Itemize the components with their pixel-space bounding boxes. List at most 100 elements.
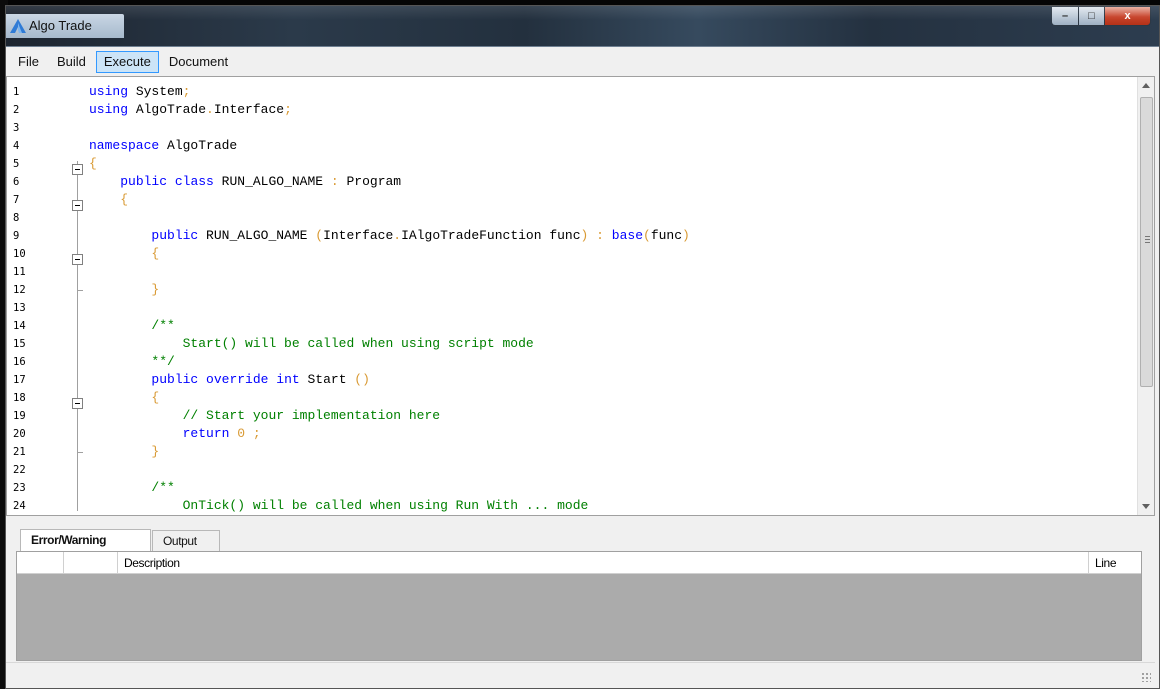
- header-column-icon[interactable]: [64, 552, 118, 573]
- code-text[interactable]: using System; using AlgoTrade.Interface; …: [89, 83, 690, 515]
- code-line[interactable]: [89, 263, 690, 281]
- code-token: System: [128, 84, 183, 99]
- code-line[interactable]: /**: [89, 317, 690, 335]
- error-list-grid[interactable]: Description Line: [16, 551, 1142, 661]
- menu-build[interactable]: Build: [49, 51, 94, 73]
- code-token: }: [151, 444, 160, 459]
- menu-file[interactable]: File: [10, 51, 47, 73]
- code-line[interactable]: public override int Start (): [89, 371, 690, 389]
- tab-output[interactable]: Output: [152, 530, 220, 551]
- editor-gutter: 1 2 3 4 5 6 7 8 9 10 11 12 13 14 15 16 17 18 19 20 21 22 23 24: [7, 77, 69, 515]
- fold-toggle-start[interactable]: [72, 398, 83, 409]
- code-line[interactable]: {: [89, 245, 690, 263]
- code-token: .: [206, 102, 214, 117]
- code-line[interactable]: public class RUN_ALGO_NAME : Program: [89, 173, 690, 191]
- scroll-down-arrow-icon[interactable]: [1142, 504, 1150, 509]
- code-token: Program: [338, 174, 402, 189]
- code-line[interactable]: }: [89, 281, 690, 299]
- header-column-blank[interactable]: [17, 552, 64, 573]
- code-token: RUN_ALGO_NAME: [198, 228, 316, 243]
- header-description[interactable]: Description: [118, 552, 1089, 573]
- header-line[interactable]: Line: [1089, 552, 1141, 573]
- code-line[interactable]: {: [89, 191, 690, 209]
- line-number: 22: [13, 464, 26, 476]
- fold-toggle-namespace[interactable]: [72, 164, 83, 175]
- menu-document[interactable]: Document: [161, 51, 236, 73]
- line-number: 17: [13, 374, 26, 386]
- editor-vertical-scrollbar[interactable]: [1137, 77, 1154, 515]
- line-number: 24: [13, 500, 26, 512]
- code-line[interactable]: [89, 299, 690, 317]
- close-button[interactable]: x: [1104, 6, 1151, 26]
- title-bar[interactable]: Algo Trade – □ x: [6, 6, 1159, 47]
- code-line[interactable]: // Start your implementation here: [89, 407, 690, 425]
- code-token: public: [151, 228, 199, 243]
- code-line[interactable]: public RUN_ALGO_NAME (Interface.IAlgoTra…: [89, 227, 689, 245]
- code-line[interactable]: {: [89, 389, 690, 407]
- code-token: Interface: [213, 102, 285, 117]
- window-controls: – □ x: [1051, 6, 1151, 26]
- code-token: using: [89, 102, 129, 117]
- menu-execute[interactable]: Execute: [95, 51, 159, 73]
- fold-toggle-class[interactable]: [72, 200, 83, 211]
- window-title: Algo Trade: [29, 18, 92, 33]
- code-token: RUN_ALGO_NAME: [213, 174, 331, 189]
- tab-error-warning[interactable]: Error/Warning: [20, 529, 151, 551]
- code-token: Start: [299, 372, 355, 387]
- code-token: 0: [237, 426, 246, 441]
- code-line[interactable]: OnTick() will be called when using Run W…: [89, 497, 690, 515]
- code-line[interactable]: }: [89, 443, 690, 461]
- code-line[interactable]: **/: [89, 353, 690, 371]
- maximize-button[interactable]: □: [1078, 6, 1104, 26]
- code-line[interactable]: Start() will be called when using script…: [89, 335, 690, 353]
- code-line[interactable]: [89, 119, 690, 137]
- line-number: 13: [13, 302, 26, 314]
- code-token: public: [120, 174, 168, 189]
- scroll-up-arrow-icon[interactable]: [1142, 83, 1150, 88]
- code-line[interactable]: using System;: [89, 83, 690, 101]
- panel-tabs: Error/Warning Output: [20, 529, 220, 551]
- code-token: .: [393, 228, 402, 243]
- line-number: 20: [13, 428, 26, 440]
- code-token: ;: [284, 102, 292, 117]
- code-line[interactable]: using AlgoTrade.Interface;: [89, 101, 690, 119]
- code-token: Interface: [323, 228, 394, 243]
- code-token: // Start your implementation here: [182, 408, 441, 423]
- code-token: Start() will be called when using script…: [182, 336, 534, 351]
- line-number: 16: [13, 356, 26, 368]
- code-line[interactable]: /**: [89, 479, 690, 497]
- minimize-button[interactable]: –: [1051, 6, 1078, 26]
- line-number: 18: [13, 392, 26, 404]
- line-number: 12: [13, 284, 26, 296]
- code-line[interactable]: [89, 209, 690, 227]
- code-editor[interactable]: 1 2 3 4 5 6 7 8 9 10 11 12 13 14 15 16 17 18 19 20 21 22 23 24 …: [6, 76, 1155, 516]
- menu-bar: File Build Execute Document: [6, 50, 1159, 74]
- line-number: 19: [13, 410, 26, 422]
- fold-toggle-constructor[interactable]: [72, 254, 83, 265]
- code-line[interactable]: return 0 ;: [89, 425, 690, 443]
- code-token: :: [330, 174, 339, 189]
- line-number: 6: [13, 176, 20, 188]
- code-token: override: [206, 372, 269, 387]
- code-token: class: [174, 174, 214, 189]
- line-number: 9: [13, 230, 20, 242]
- code-line[interactable]: namespace AlgoTrade: [89, 137, 690, 155]
- code-token: (: [315, 228, 324, 243]
- resize-grip-icon[interactable]: [1141, 672, 1151, 682]
- code-line[interactable]: {: [89, 155, 690, 173]
- line-number: 4: [13, 140, 20, 152]
- code-line[interactable]: [89, 461, 690, 479]
- code-token: AlgoTrade: [128, 102, 207, 117]
- algo-trade-logo-icon: [10, 19, 26, 33]
- scrollbar-thumb[interactable]: [1140, 97, 1153, 387]
